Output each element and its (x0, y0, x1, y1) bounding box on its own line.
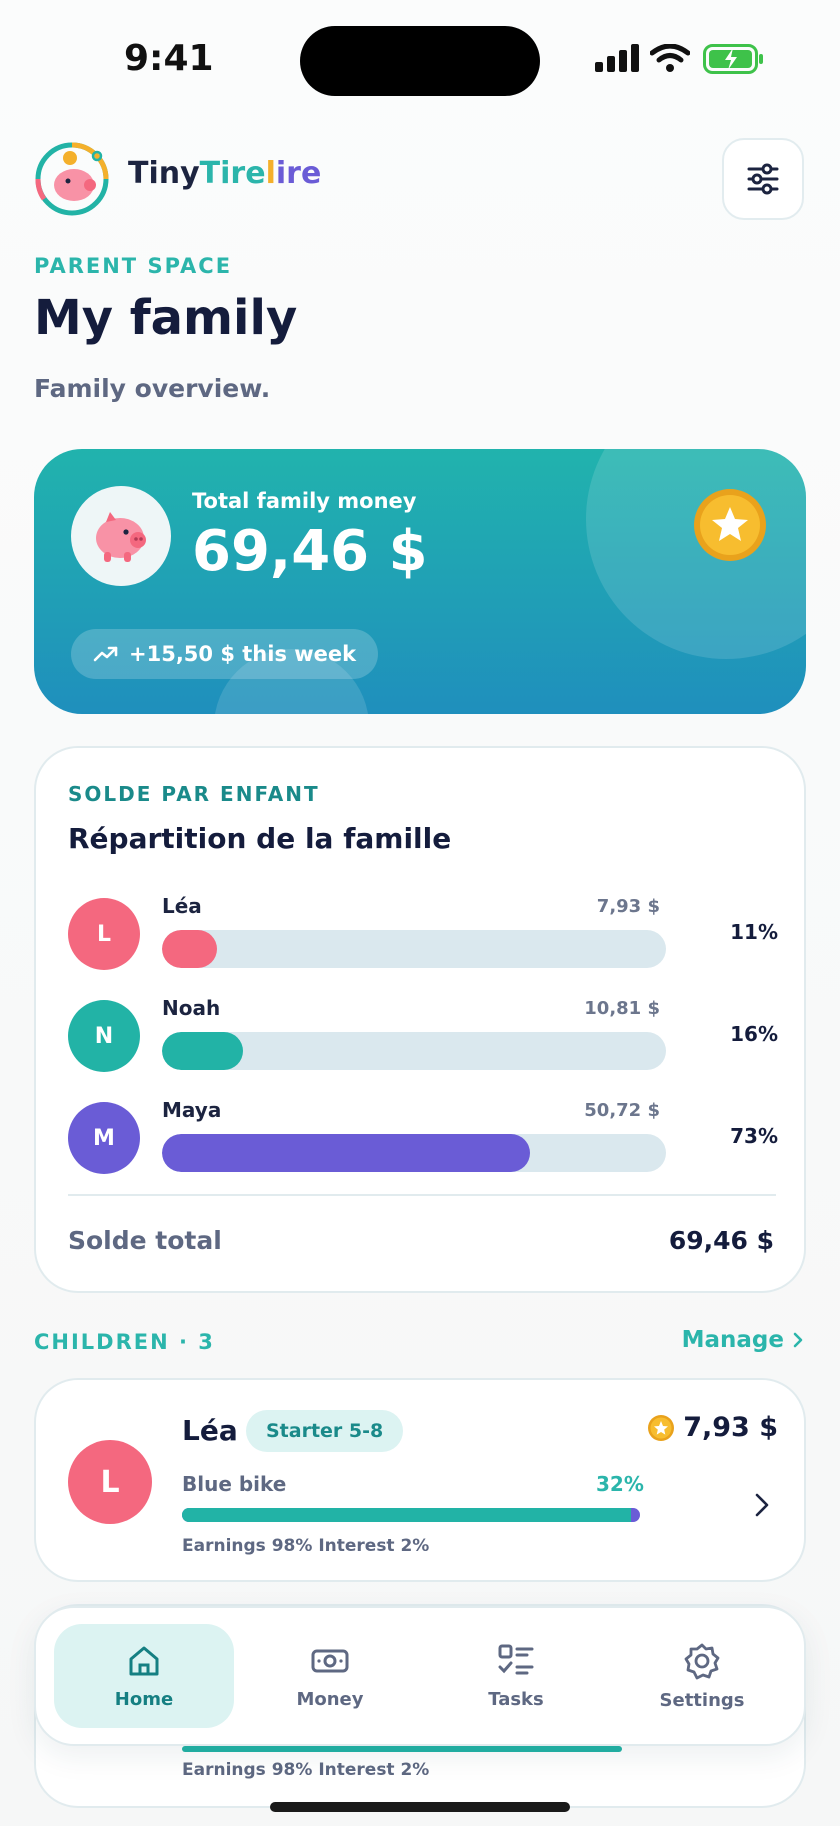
share-bar-fill (162, 1134, 530, 1172)
level-tag: Starter 5-8 (246, 1410, 404, 1452)
share-bar-track (162, 1032, 666, 1070)
tasks-icon (498, 1644, 534, 1674)
trending-up-icon (93, 646, 118, 662)
children-heading: CHILDREN · 3 (34, 1330, 215, 1354)
tab-label: Home (114, 1688, 174, 1710)
tab-label: Money (296, 1688, 364, 1710)
brand-part-tire: Tire (199, 156, 266, 191)
weekly-change-pill: +15,50 $ this week (71, 629, 379, 679)
child-name: Léa (182, 1414, 238, 1447)
piggy-logo-icon (35, 142, 109, 216)
dynamic-island (300, 26, 540, 96)
page-title: My family (34, 290, 298, 346)
filter-button[interactable] (722, 138, 804, 220)
brand-part-ire: ire (275, 156, 322, 191)
money-icon (311, 1649, 349, 1672)
breakdown-title: Répartition de la famille (68, 822, 452, 855)
weekly-change-text: +15,50 $ this week (129, 642, 357, 666)
piggy-badge (71, 486, 171, 586)
goal-progress-bar (182, 1746, 622, 1752)
earnings-interest-meta: Earnings 98% Interest 2% (182, 1536, 430, 1556)
brand-part-l: l (265, 156, 276, 191)
share-bar-fill (162, 1032, 243, 1070)
home-indicator (270, 1802, 570, 1812)
total-money-amount: 69,46 $ (192, 519, 428, 584)
star-coin-icon (648, 1414, 675, 1441)
child-amount: 50,72 $ (584, 1100, 660, 1121)
share-bar-track (162, 930, 666, 968)
child-amount: 10,81 $ (584, 998, 660, 1019)
total-money-label: Total family money (192, 489, 417, 513)
page-subtitle: Family overview. (34, 374, 271, 403)
total-balance-label: Solde total (68, 1226, 222, 1255)
tab-tasks[interactable]: Tasks (426, 1624, 606, 1728)
earnings-interest-meta: Earnings 98% Interest 2% (182, 1760, 430, 1780)
sliders-icon (747, 163, 779, 195)
tab-home[interactable]: Home (54, 1624, 234, 1728)
tab-money[interactable]: Money (240, 1624, 420, 1728)
share-percent: 16% (730, 1022, 778, 1046)
section-eyebrow: PARENT SPACE (34, 254, 233, 278)
child-name: Noah (162, 996, 221, 1020)
breakdown-eyebrow: SOLDE PAR ENFANT (68, 782, 320, 806)
tab-label: Tasks (488, 1688, 544, 1710)
child-amount: 7,93 $ (596, 896, 660, 917)
goal-progress-bar (182, 1508, 640, 1522)
child-card[interactable]: L Léa Starter 5-8 Blue bike 32% Earnings… (34, 1378, 806, 1582)
wifi-icon (650, 44, 690, 72)
child-balance-value: 7,93 $ (683, 1412, 778, 1443)
bottom-tab-bar: Home Money Tasks Settings (34, 1606, 806, 1746)
child-avatar: M (68, 1102, 140, 1174)
breakdown-row[interactable]: L Léa 7,93 $ 11% (68, 894, 778, 974)
child-avatar: L (68, 1440, 152, 1524)
total-money-card[interactable]: Total family money 69,46 $ +15,50 $ this… (34, 449, 806, 714)
total-balance-value: 69,46 $ (668, 1226, 774, 1255)
battery-charging-icon (703, 44, 763, 74)
chevron-right-icon (755, 1493, 769, 1517)
brand-name: TinyTirelire (128, 156, 321, 191)
family-breakdown-card: SOLDE PAR ENFANT Répartition de la famil… (34, 746, 806, 1293)
goal-progress-fill (182, 1508, 631, 1522)
child-avatar: N (68, 1000, 140, 1072)
share-percent: 73% (730, 1124, 778, 1148)
breakdown-row[interactable]: M Maya 50,72 $ 73% (68, 1098, 778, 1178)
chevron-right-icon (793, 1332, 803, 1348)
child-balance: 7,93 $ (647, 1412, 778, 1443)
tab-settings[interactable]: Settings (612, 1624, 792, 1728)
child-name: Léa (162, 894, 202, 918)
share-bar-track (162, 1134, 666, 1172)
status-time: 9:41 (124, 38, 214, 79)
settings-icon (684, 1643, 720, 1679)
piggy-bank-icon (96, 512, 146, 562)
brand-part-tiny: Tiny (128, 156, 200, 191)
breakdown-row[interactable]: N Noah 10,81 $ 16% (68, 996, 778, 1076)
share-percent: 11% (730, 920, 778, 944)
divider (68, 1194, 776, 1196)
manage-children-link[interactable]: Manage (682, 1327, 804, 1353)
star-coin-icon (694, 489, 766, 561)
tab-label: Settings (659, 1689, 745, 1711)
home-icon (129, 1646, 159, 1675)
savings-goal-percent: 32% (596, 1472, 644, 1496)
status-bar: 9:41 (0, 0, 840, 110)
savings-goal-name: Blue bike (182, 1472, 287, 1496)
manage-label: Manage (681, 1327, 784, 1353)
share-bar-fill (162, 930, 218, 968)
child-avatar: L (68, 898, 140, 970)
cellular-signal-icon (595, 44, 639, 72)
child-name: Maya (162, 1098, 222, 1122)
